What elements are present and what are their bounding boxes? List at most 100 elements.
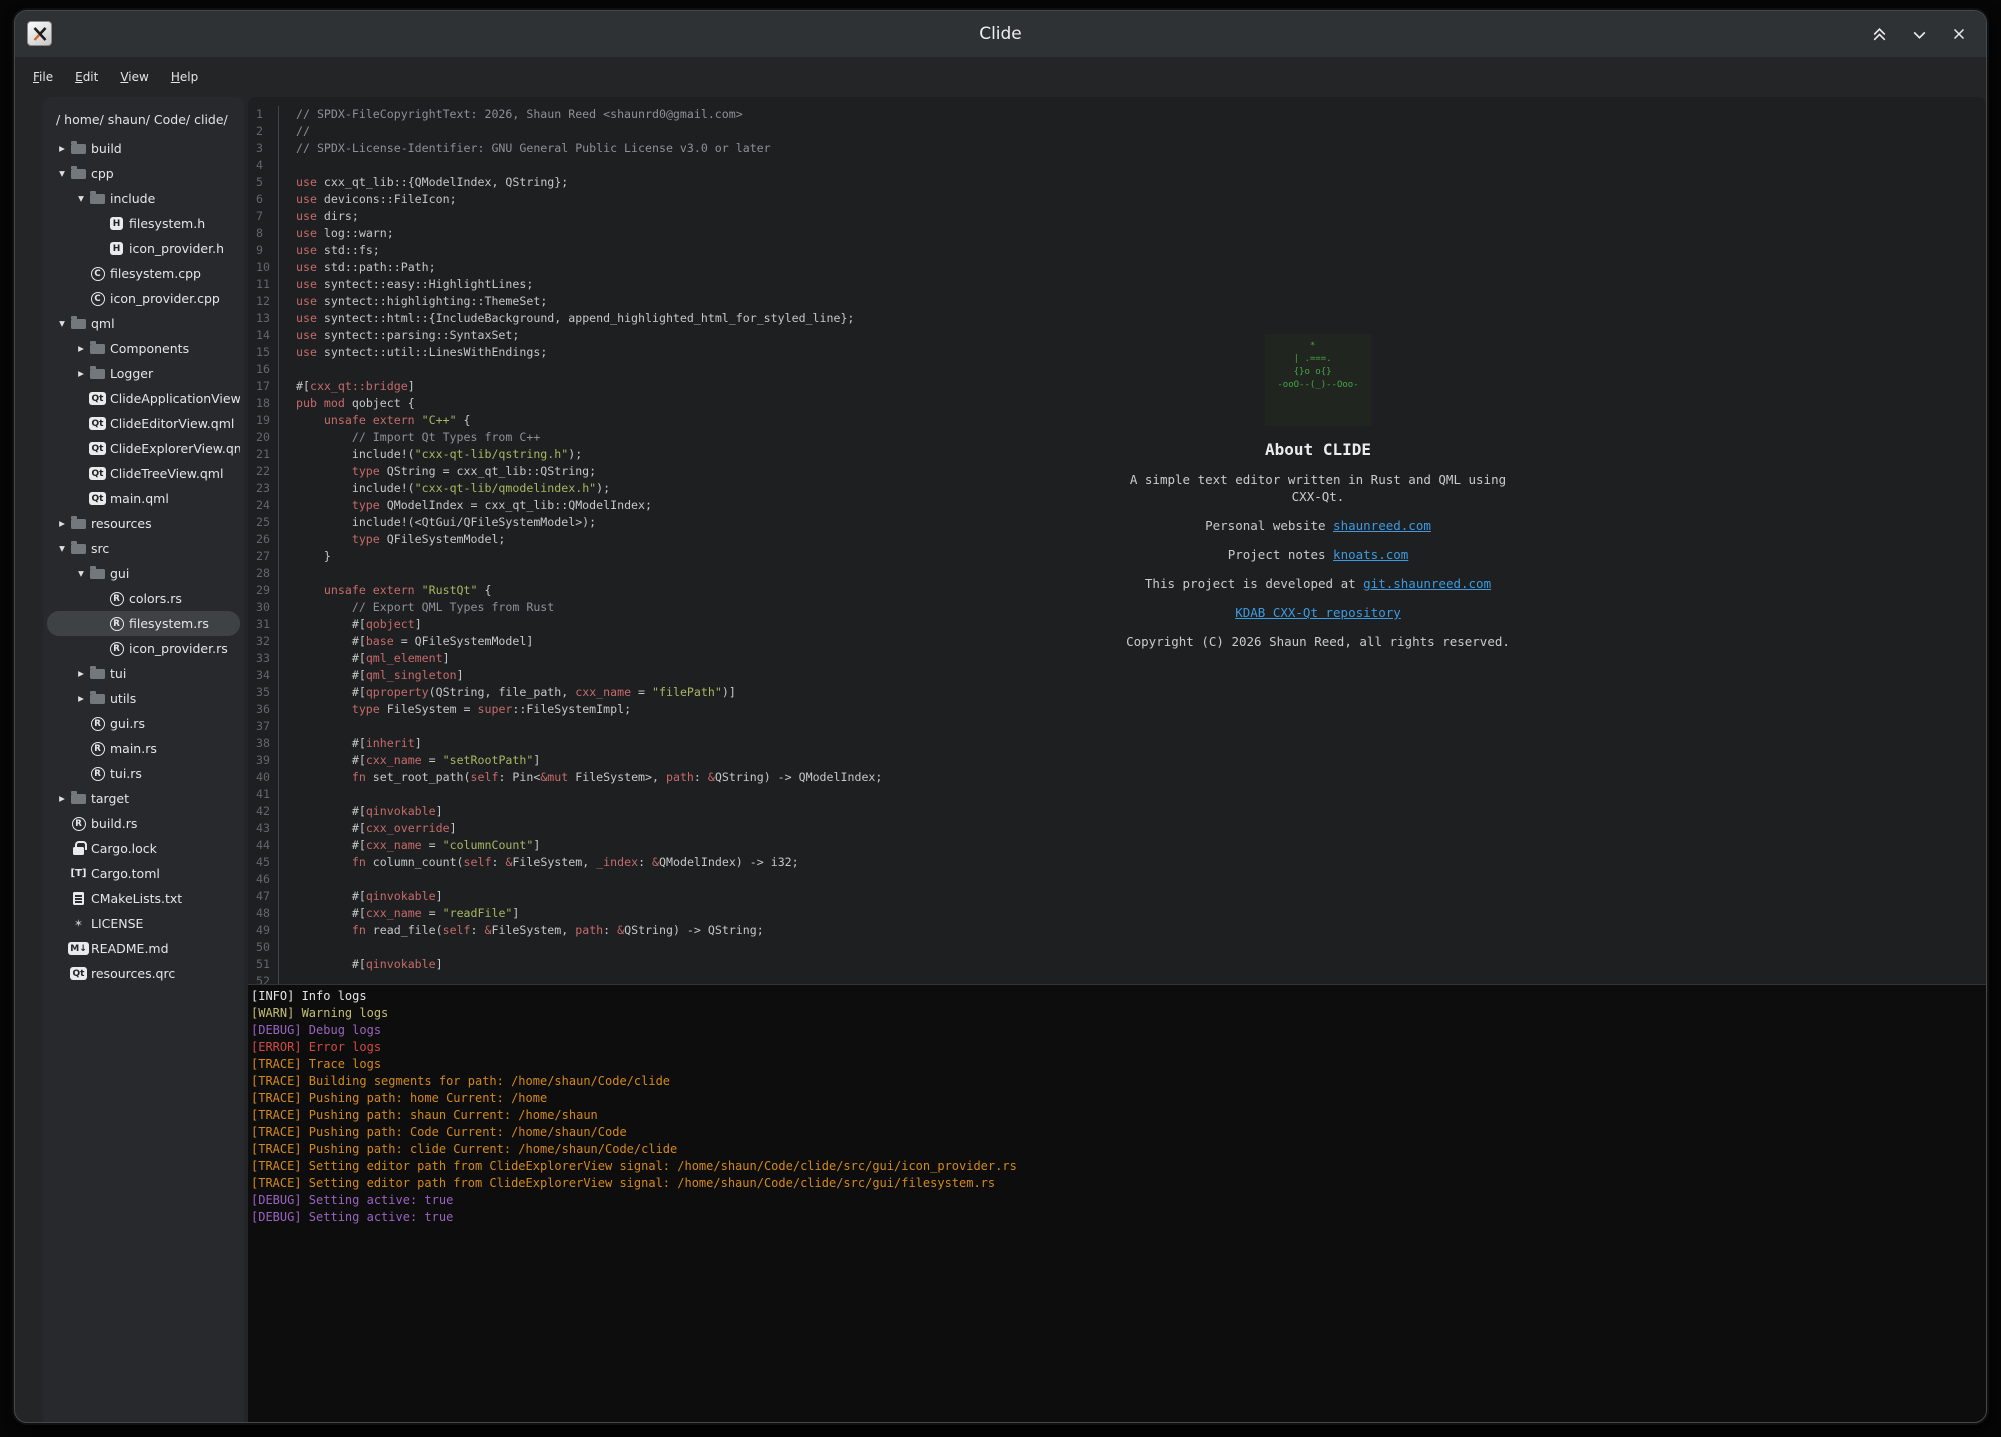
tree-item[interactable]: QtClideExplorerView.qml [47, 436, 240, 461]
line-number: 46 [248, 871, 278, 888]
chevron-down-icon[interactable]: ▼ [55, 319, 69, 328]
about-row: Personal website shaunreed.com [1118, 517, 1518, 534]
tree-item[interactable]: QtClideApplicationView.qml [47, 386, 240, 411]
code-line: 23 include!("cxx-qt-lib/qmodelindex.h"); [248, 480, 1986, 497]
tree-item[interactable]: Rbuild.rs [47, 811, 240, 836]
external-link[interactable]: shaunreed.com [1333, 518, 1431, 533]
chevron-right-icon[interactable]: ▶ [74, 694, 88, 703]
external-link[interactable]: knoats.com [1333, 547, 1408, 562]
minimize-button[interactable] [1906, 21, 1932, 47]
tree-item[interactable]: ▶Components [47, 336, 240, 361]
tree-item[interactable]: Ricon_provider.rs [47, 636, 240, 661]
tree-item[interactable]: ✶LICENSE [47, 911, 240, 936]
tree-item[interactable]: M↓README.md [47, 936, 240, 961]
rs-file-icon: R [88, 741, 107, 757]
chevron-down-icon[interactable]: ▼ [55, 544, 69, 553]
code-line: 51 #[qinvokable] [248, 956, 1986, 973]
tree-item[interactable]: ▶target [47, 786, 240, 811]
tree-item[interactable]: ▶resources [47, 511, 240, 536]
external-link[interactable]: git.shaunreed.com [1363, 576, 1491, 591]
code-editor[interactable]: 1// SPDX-FileCopyrightText: 2026, Shaun … [248, 97, 1986, 984]
line-number: 47 [248, 888, 278, 905]
code-line: 42 #[qinvokable] [248, 803, 1986, 820]
chevron-right-icon[interactable]: ▶ [74, 369, 88, 378]
code-line: 3// SPDX-License-Identifier: GNU General… [248, 140, 1986, 157]
folder-icon [88, 366, 107, 382]
code-line: 21 include!("cxx-qt-lib/qstring.h"); [248, 446, 1986, 463]
tree-item[interactable]: [T]Cargo.toml [47, 861, 240, 886]
tree-item[interactable]: Rtui.rs [47, 761, 240, 786]
tree-item[interactable]: QtClideEditorView.qml [47, 411, 240, 436]
tree-item[interactable]: Hfilesystem.h [47, 211, 240, 236]
tree-item-label: icon_provider.h [129, 241, 224, 256]
code-line: 18pub mod qobject { [248, 395, 1986, 412]
tree-item[interactable]: ▶Logger [47, 361, 240, 386]
tree-item[interactable]: Rgui.rs [47, 711, 240, 736]
line-number: 40 [248, 769, 278, 786]
tree-item-label: filesystem.rs [129, 616, 209, 631]
line-number: 27 [248, 548, 278, 565]
tree-item[interactable]: Cfilesystem.cpp [47, 261, 240, 286]
line-number: 3 [248, 140, 278, 157]
tree-item[interactable]: ▼include [47, 186, 240, 211]
chevron-down-icon[interactable]: ▼ [55, 169, 69, 178]
menu-item-help[interactable]: Help [163, 67, 206, 87]
tree-item[interactable]: ▼src [47, 536, 240, 561]
code-line: 8use log::warn; [248, 225, 1986, 242]
chevron-right-icon[interactable]: ▶ [55, 794, 69, 803]
tree-item[interactable]: Qtresources.qrc [47, 961, 240, 986]
qt-file-icon: Qt [88, 491, 107, 507]
code-line: 14use syntect::parsing::SyntaxSet; [248, 327, 1986, 344]
menu-item-view[interactable]: View [112, 67, 156, 87]
close-button[interactable] [1946, 21, 1972, 47]
line-number: 9 [248, 242, 278, 259]
tree-item[interactable]: Cargo.lock [47, 836, 240, 861]
line-number: 52 [248, 973, 278, 984]
app-window: Clide FileEditViewHelp / home/ shaun/ Co [14, 10, 1987, 1423]
code-line: 36 type FileSystem = super::FileSystemIm… [248, 701, 1986, 718]
chevron-down-icon[interactable]: ▼ [74, 569, 88, 578]
menu-item-edit[interactable]: Edit [67, 67, 106, 87]
tree-item[interactable]: ▶build [47, 136, 240, 161]
toml-file-icon: [T] [69, 866, 88, 882]
tree-item[interactable]: Rcolors.rs [47, 586, 240, 611]
tree-item-label: ClideTreeView.qml [110, 466, 223, 481]
chevron-right-icon[interactable]: ▶ [55, 144, 69, 153]
tree-item[interactable]: CMakeLists.txt [47, 886, 240, 911]
folder-icon [69, 791, 88, 807]
code-line: 31 #[qobject] [248, 616, 1986, 633]
log-panel[interactable]: [INFO] Info logs[WARN] Warning logs[DEBU… [248, 984, 1986, 1422]
chevron-down-icon[interactable]: ▼ [74, 194, 88, 203]
tree-item-label: icon_provider.rs [129, 641, 228, 656]
shade-button[interactable] [1866, 21, 1892, 47]
tree-item[interactable]: Rmain.rs [47, 736, 240, 761]
code-line: 44 #[cxx_name = "columnCount"] [248, 837, 1986, 854]
chevron-right-icon[interactable]: ▶ [74, 669, 88, 678]
line-number: 45 [248, 854, 278, 871]
tree-item[interactable]: ▼ gui [47, 561, 240, 586]
tree-item[interactable]: Hicon_provider.h [47, 236, 240, 261]
menu-item-file[interactable]: File [25, 67, 61, 87]
tree-item[interactable]: ▼qml [47, 311, 240, 336]
window-controls [1866, 11, 1972, 57]
tree-item[interactable]: ▶utils [47, 686, 240, 711]
tree-item[interactable]: QtClideTreeView.qml [47, 461, 240, 486]
line-number: 24 [248, 497, 278, 514]
chevron-right-icon[interactable]: ▶ [74, 344, 88, 353]
editor-column: 1// SPDX-FileCopyrightText: 2026, Shaun … [248, 97, 1986, 1422]
license-file-icon: ✶ [69, 916, 88, 932]
about-panel: * | .===. {}o o{} -ooO--(_)--Ooo- About … [1118, 334, 1518, 650]
tree-item[interactable]: Cicon_provider.cpp [47, 286, 240, 311]
tree-item-label: colors.rs [129, 591, 182, 606]
close-icon [1951, 26, 1967, 42]
line-number: 8 [248, 225, 278, 242]
chevron-right-icon[interactable]: ▶ [55, 519, 69, 528]
external-link[interactable]: KDAB CXX-Qt repository [1235, 605, 1401, 620]
tree-item[interactable]: Qtmain.qml [47, 486, 240, 511]
line-number: 13 [248, 310, 278, 327]
tree-item[interactable]: Rfilesystem.rs [47, 611, 240, 636]
tree-item[interactable]: ▼cpp [47, 161, 240, 186]
lock-file-icon [69, 841, 88, 857]
tree-item-label: gui [110, 566, 129, 581]
tree-item[interactable]: ▶tui [47, 661, 240, 686]
